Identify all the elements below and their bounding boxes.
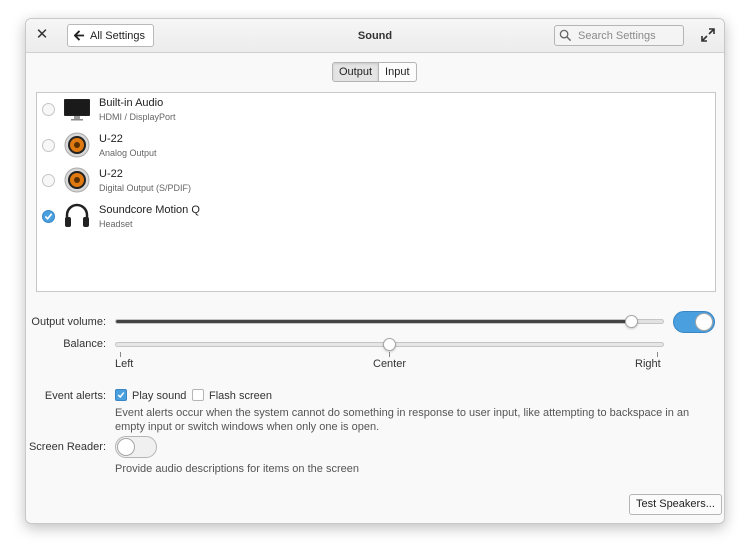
device-radio[interactable]: [42, 139, 55, 152]
event-alerts-description-line1: Event alerts occur when the system canno…: [115, 407, 690, 419]
device-name: Built-in Audio: [99, 97, 164, 109]
switch-knob: [695, 313, 713, 331]
balance-handle[interactable]: [383, 338, 396, 351]
balance-left-label: Left: [115, 358, 134, 370]
screen-reader-switch[interactable]: [115, 436, 157, 458]
device-description: Headset: [99, 219, 133, 229]
device-row-u22-digital[interactable]: U-22 Digital Output (S/PDIF): [37, 164, 715, 198]
headset-icon: [65, 203, 89, 227]
tab-output[interactable]: Output: [333, 63, 380, 81]
sound-settings-window: ✕ All Settings Sound Output Input: [25, 18, 725, 524]
test-speakers-button[interactable]: Test Speakers...: [629, 494, 722, 515]
device-description: Digital Output (S/PDIF): [99, 183, 192, 193]
header-bar: ✕ All Settings Sound: [26, 19, 724, 53]
screen-reader-description: Provide audio descriptions for items on …: [115, 463, 359, 475]
all-settings-label: All Settings: [90, 29, 146, 42]
speaker-icon: [64, 132, 90, 158]
device-description: HDMI / DisplayPort: [99, 112, 176, 122]
device-name: U-22: [99, 168, 123, 180]
tick-right: [657, 352, 658, 357]
tick-left: [120, 352, 121, 357]
speaker-icon: [64, 167, 90, 193]
check-icon: [44, 213, 53, 220]
output-volume-fill: [116, 320, 631, 323]
switch-knob: [117, 438, 135, 456]
close-button[interactable]: ✕: [34, 27, 50, 43]
output-volume-switch[interactable]: [673, 311, 715, 333]
output-volume-label: Output volume:: [31, 316, 106, 328]
search-field[interactable]: [554, 25, 684, 46]
event-alerts-label: Event alerts:: [44, 390, 106, 402]
arrow-left-icon: [74, 30, 85, 41]
output-input-switcher: Output Input: [332, 62, 417, 82]
balance-label: Balance:: [63, 338, 106, 350]
play-sound-label[interactable]: Play sound: [132, 390, 186, 402]
screen-reader-label: Screen Reader:: [28, 441, 106, 453]
device-row-soundcore[interactable]: Soundcore Motion Q Headset: [37, 200, 715, 234]
output-volume-slider[interactable]: [115, 319, 664, 324]
device-description: Analog Output: [99, 148, 157, 158]
monitor-icon: [64, 99, 90, 121]
check-icon: [117, 392, 125, 399]
device-row-built-in-audio[interactable]: Built-in Audio HDMI / DisplayPort: [37, 93, 715, 127]
device-radio-selected[interactable]: [42, 210, 55, 223]
balance-center-label: Center: [373, 358, 407, 370]
search-input[interactable]: [576, 28, 681, 43]
device-row-u22-analog[interactable]: U-22 Analog Output: [37, 129, 715, 163]
device-name: Soundcore Motion Q: [99, 204, 200, 216]
device-radio[interactable]: [42, 103, 55, 116]
device-radio[interactable]: [42, 174, 55, 187]
tick-center: [389, 352, 390, 357]
device-name: U-22: [99, 133, 123, 145]
event-alerts-description-line2: empty input or switch windows when only …: [115, 421, 380, 433]
all-settings-button[interactable]: All Settings: [67, 24, 155, 47]
output-volume-handle[interactable]: [624, 315, 638, 328]
flash-screen-checkbox[interactable]: [192, 389, 204, 401]
play-sound-checkbox[interactable]: [115, 389, 127, 401]
flash-screen-label[interactable]: Flash screen: [209, 390, 272, 402]
maximize-icon[interactable]: [701, 28, 715, 42]
balance-right-label: Right: [635, 358, 661, 370]
output-device-list: Built-in Audio HDMI / DisplayPort U-22 A…: [36, 92, 716, 292]
tab-input[interactable]: Input: [379, 63, 415, 81]
search-icon: [559, 29, 572, 42]
